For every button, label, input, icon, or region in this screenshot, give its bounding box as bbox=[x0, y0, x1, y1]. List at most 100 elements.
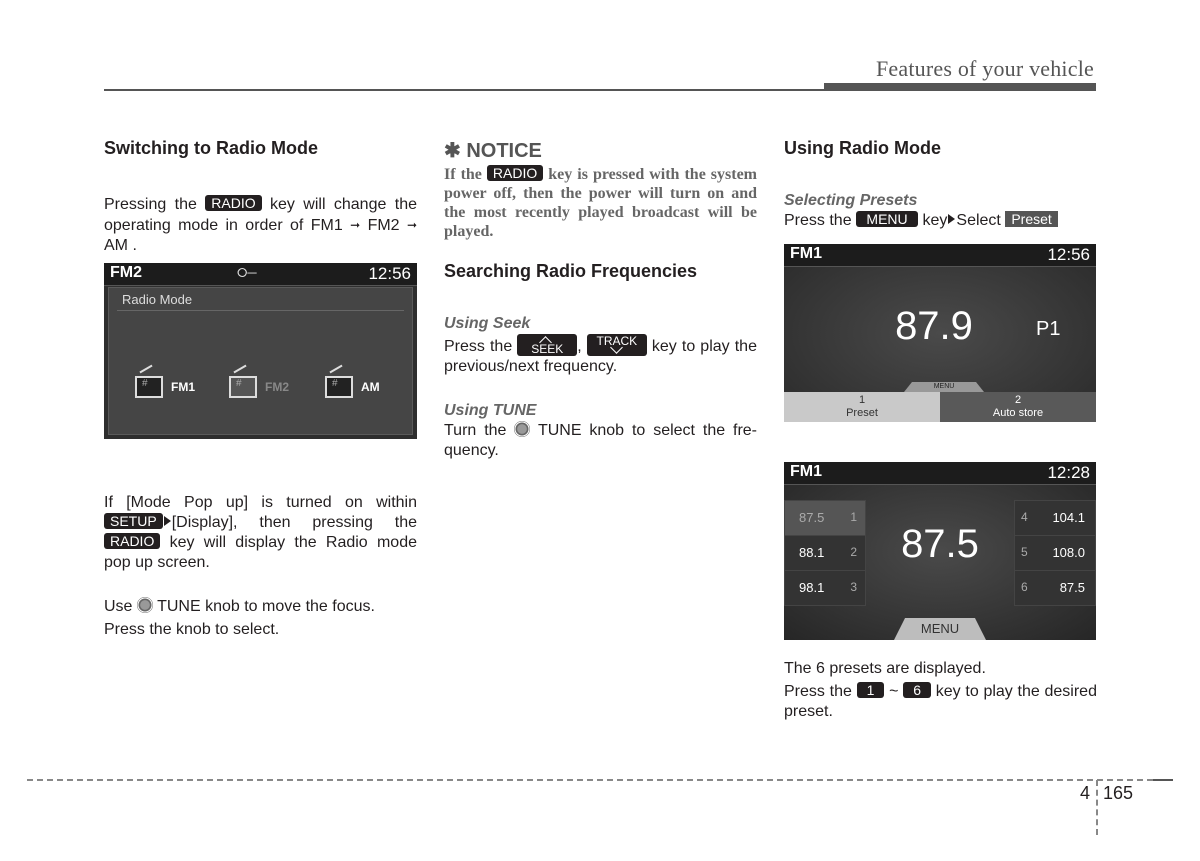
paragraph-radio-key: Pressing the RADIO key will change the o… bbox=[104, 195, 417, 256]
footer-solid-rule bbox=[1153, 779, 1173, 781]
divider bbox=[117, 310, 404, 311]
column-using-radio-mode: Using Radio Mode Selecting Presets Press… bbox=[784, 138, 1097, 231]
seek-key-badge: SEEK bbox=[517, 334, 578, 356]
text: Press the bbox=[784, 683, 852, 700]
text: , bbox=[577, 338, 582, 355]
triangle-right-icon bbox=[948, 214, 956, 224]
footer-vertical-divider bbox=[1096, 780, 1098, 835]
text: AM . bbox=[104, 237, 137, 254]
arrow-right-icon: ➞ bbox=[350, 218, 361, 232]
radio-key-badge: RADIO bbox=[205, 195, 262, 211]
preset-number: 3 bbox=[850, 580, 857, 594]
column-notice-and-search: ✱ NOTICE If the RADIO key is pressed wit… bbox=[444, 138, 757, 461]
paragraph-mode-popup: If [Mode Pop up] is turned on within SET… bbox=[104, 493, 417, 573]
mode-option-fm1[interactable]: FM1 bbox=[135, 376, 195, 398]
radio-frequency-screen: FM1 12:56 87.9 P1 MENU 1 Preset 2 Auto s… bbox=[784, 244, 1096, 422]
preset-item[interactable]: 4 104.1 bbox=[1015, 501, 1095, 536]
menu-tab[interactable]: MENU bbox=[904, 382, 984, 392]
mode-label: AM bbox=[361, 380, 380, 394]
preset-number: 4 bbox=[1021, 510, 1028, 524]
tune-knob-icon bbox=[514, 421, 531, 437]
clock: 12:56 bbox=[368, 264, 411, 283]
menu-key-badge: MENU bbox=[856, 211, 919, 227]
button-number: 1 bbox=[858, 394, 866, 406]
paragraph-tune: Turn the TUNE knob to select the fre-que… bbox=[444, 421, 757, 461]
subheading-using-seek: Using Seek bbox=[444, 315, 531, 332]
key-label: SEEK bbox=[531, 342, 564, 356]
paragraph-press-knob: Press the knob to select. bbox=[104, 621, 280, 638]
section-heading: Searching Radio Frequencies bbox=[444, 261, 698, 281]
text: TUNE knob to move the focus. bbox=[157, 598, 375, 615]
screen-status-bar: FM1 12:28 bbox=[784, 462, 1096, 485]
key-6-badge: 6 bbox=[903, 682, 932, 698]
text: If the bbox=[444, 166, 482, 183]
radio-key-badge: RADIO bbox=[104, 533, 161, 549]
radio-icon bbox=[135, 376, 163, 398]
preset-button[interactable]: 1 Preset bbox=[784, 392, 940, 422]
page-header-title: Features of your vehicle bbox=[875, 56, 1094, 81]
paragraph-presets-displayed: The 6 presets are displayed. bbox=[784, 660, 986, 677]
section-heading: Using Radio Mode bbox=[784, 138, 941, 158]
preset-number: P1 bbox=[1036, 318, 1061, 340]
preset-frequency: 98.1 bbox=[799, 580, 825, 595]
preset-list-screen: FM1 12:28 87.5 1 88.1 2 98.1 3 87.5 4 10… bbox=[784, 462, 1096, 640]
auto-store-button[interactable]: 2 Auto store bbox=[940, 392, 1096, 422]
preset-number: 6 bbox=[1021, 580, 1028, 594]
track-key-badge: TRACK bbox=[586, 334, 647, 356]
screen-status-bar: FM2 ⭘─ 12:56 bbox=[104, 263, 417, 286]
mode-option-am[interactable]: AM bbox=[325, 376, 380, 398]
text: Press the bbox=[444, 338, 513, 355]
button-number: 2 bbox=[1014, 394, 1022, 406]
preset-number: 5 bbox=[1021, 545, 1028, 559]
paragraph-menu-preset: Press the MENU key Select Preset bbox=[784, 211, 1097, 231]
radio-key-badge: RADIO bbox=[486, 165, 544, 181]
text: If [Mode Pop up] is turned on within bbox=[104, 494, 417, 511]
subheading-using-tune: Using TUNE bbox=[444, 402, 537, 419]
button-label: Auto store bbox=[992, 407, 1044, 419]
paragraph-press-preset-keys: Press the 1 ~ 6 key to play the desired … bbox=[784, 682, 1097, 722]
mode-label: FM1 bbox=[171, 380, 195, 394]
text: Select bbox=[956, 212, 1001, 229]
column-presets-text: The 6 presets are displayed. Press the 1… bbox=[784, 659, 1097, 722]
band-label: FM1 bbox=[790, 245, 822, 262]
band-label: FM1 bbox=[790, 463, 822, 480]
mode-option-fm2[interactable]: FM2 bbox=[229, 376, 289, 398]
triangle-right-icon bbox=[163, 516, 171, 526]
header-rule bbox=[104, 89, 1096, 91]
text: key bbox=[922, 212, 948, 229]
paragraph-seek: Press the SEEK, TRACK key to play the pr… bbox=[444, 334, 757, 377]
preset-frequency: 104.1 bbox=[1052, 510, 1085, 525]
preset-item[interactable]: 5 108.0 bbox=[1015, 536, 1095, 571]
chapter-number: 4 bbox=[1080, 783, 1091, 803]
tune-knob-icon bbox=[136, 597, 153, 613]
subheading-selecting-presets: Selecting Presets bbox=[784, 192, 918, 209]
screen-status-bar: FM1 12:56 bbox=[784, 244, 1096, 267]
text: Turn the bbox=[444, 422, 507, 439]
notice-title: ✱ NOTICE bbox=[444, 140, 542, 162]
text: Pressing the bbox=[104, 196, 197, 213]
preset-frequency: 108.0 bbox=[1052, 545, 1085, 560]
page-number: 165 bbox=[1103, 783, 1134, 803]
preset-item[interactable]: 6 87.5 bbox=[1015, 571, 1095, 605]
radio-mode-popup-screen: FM2 ⭘─ 12:56 Radio Mode FM1 FM2 AM bbox=[104, 263, 417, 439]
clock: 12:28 bbox=[1047, 463, 1090, 482]
button-label: Preset bbox=[846, 407, 878, 419]
radio-icon bbox=[229, 376, 257, 398]
radio-icon bbox=[325, 376, 353, 398]
preset-frequency: 87.5 bbox=[1059, 580, 1085, 595]
key-1-badge: 1 bbox=[856, 682, 885, 698]
menu-button[interactable]: MENU bbox=[894, 618, 986, 640]
section-heading: Switching to Radio Mode bbox=[104, 138, 318, 158]
clock: 12:56 bbox=[1047, 245, 1090, 264]
panel-title: Radio Mode bbox=[122, 292, 193, 307]
preset-list-right: 4 104.1 5 108.0 6 87.5 bbox=[1014, 500, 1096, 606]
arrow-right-icon: ➞ bbox=[406, 218, 417, 232]
footer-dashed-rule bbox=[27, 779, 1153, 781]
text: Use bbox=[104, 598, 133, 615]
text: ~ bbox=[889, 683, 899, 700]
radio-mode-panel: Radio Mode FM1 FM2 AM bbox=[108, 287, 413, 435]
mode-label: FM2 bbox=[265, 380, 289, 394]
preset-key-badge: Preset bbox=[1005, 211, 1058, 227]
paragraph-tune-focus: Use TUNE knob to move the focus. bbox=[104, 597, 417, 617]
preset-item[interactable]: 98.1 3 bbox=[785, 571, 865, 605]
